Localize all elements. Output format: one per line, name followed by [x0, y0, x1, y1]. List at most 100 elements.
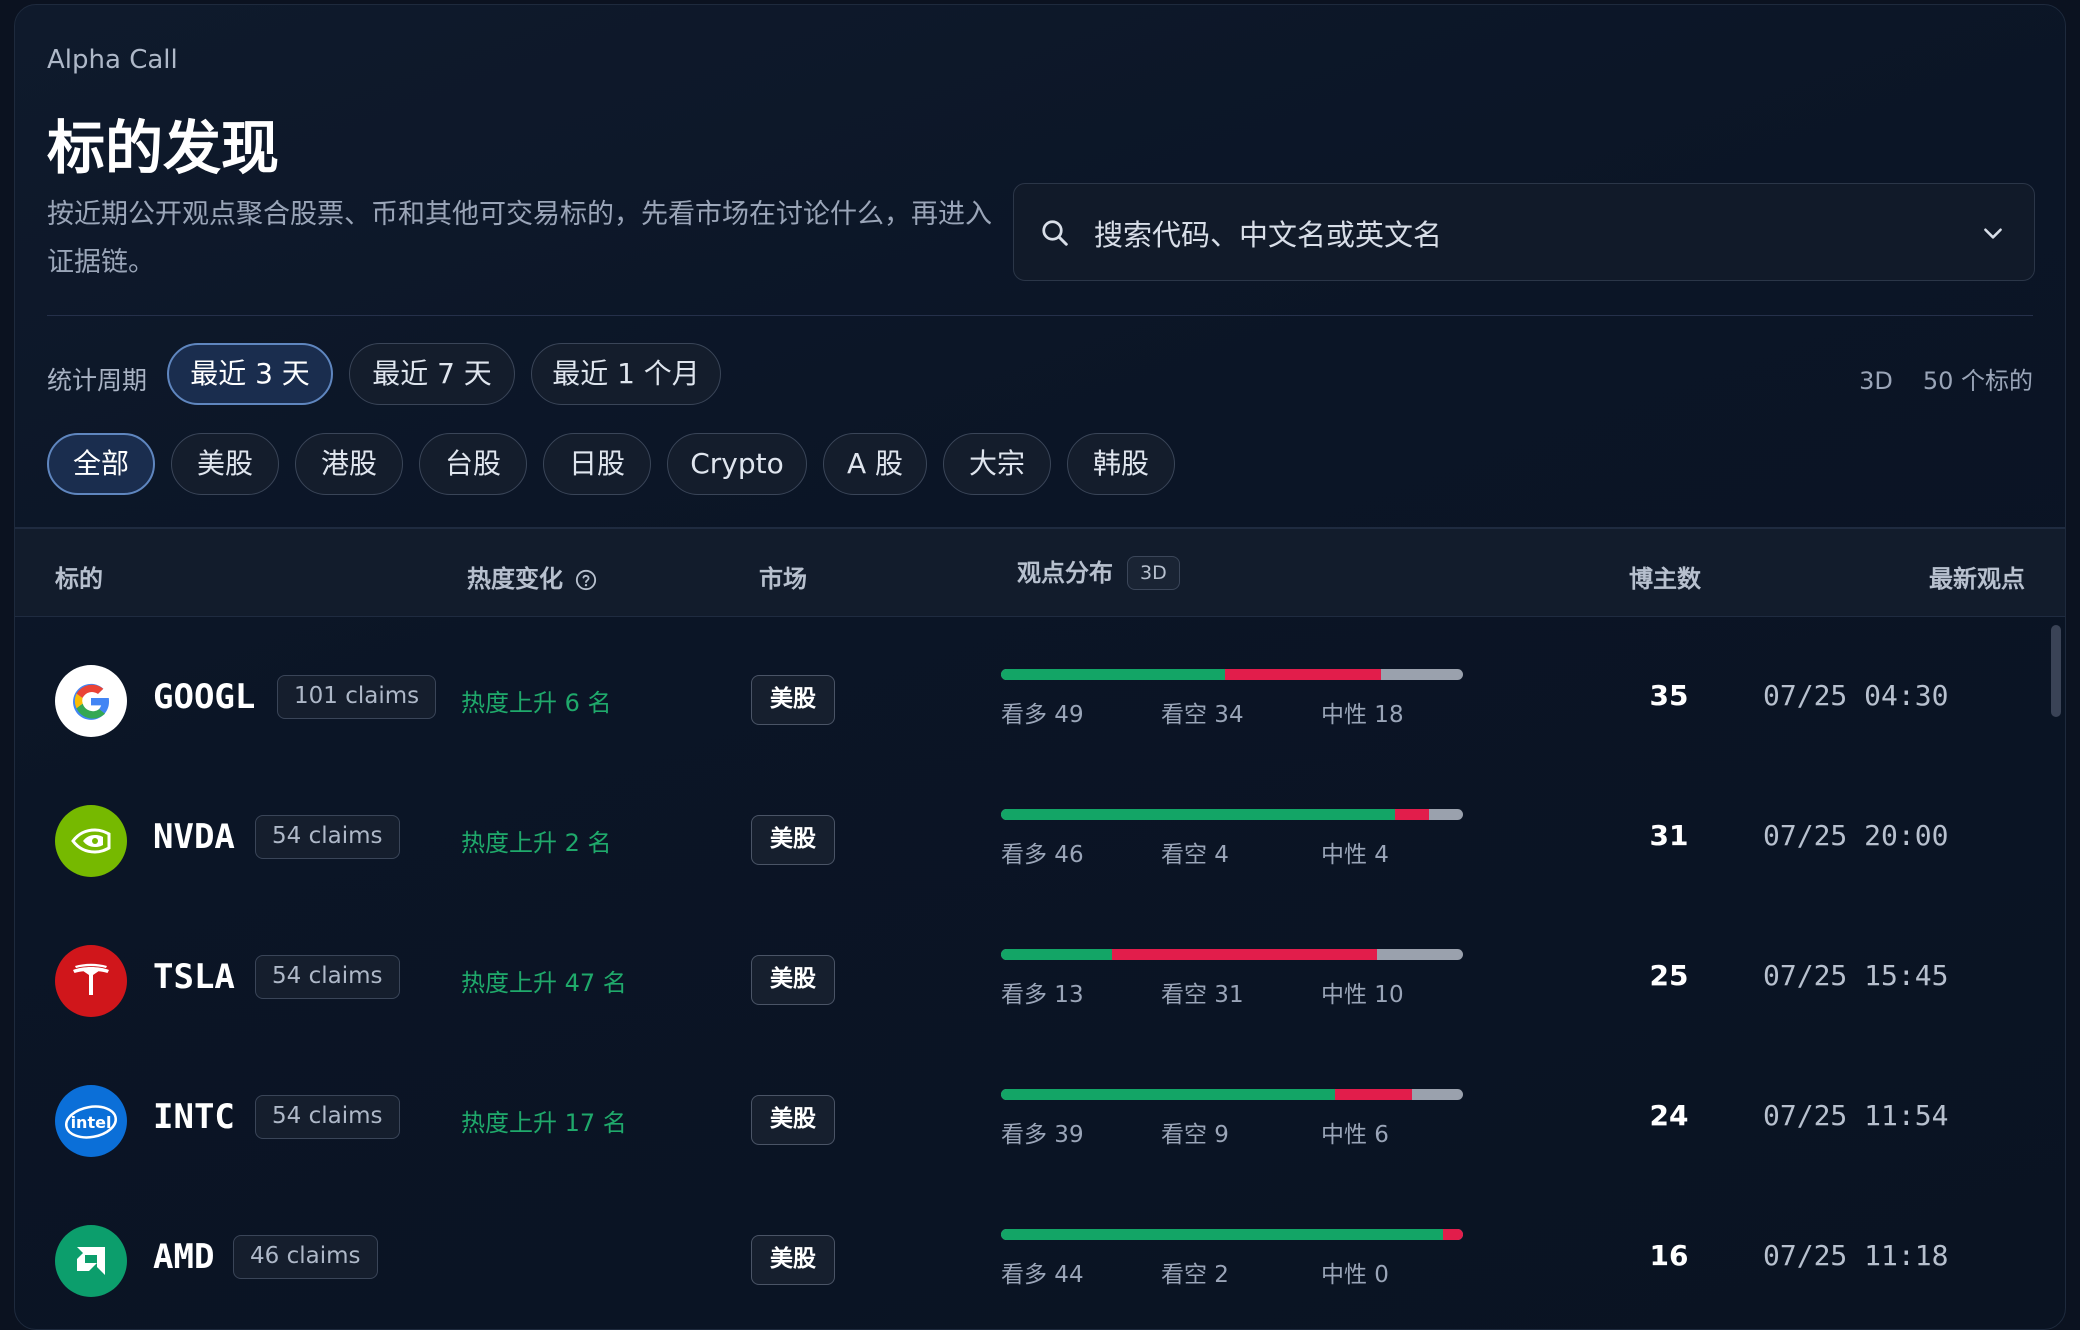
amd-logo-icon	[55, 1225, 127, 1297]
table-row[interactable]: GOOGL 101 claims 热度上升 6 名 美股 看多 49 看空 34…	[15, 631, 2065, 771]
bear-count: 看空 34	[1161, 702, 1244, 728]
blogger-count: 35	[1649, 679, 1689, 712]
blogger-count: 16	[1649, 1239, 1689, 1272]
bull-count: 看多 46	[1001, 842, 1084, 868]
table-header: 标的 热度变化 市场 观点分布 3D 博主数 最新观点	[15, 527, 2065, 617]
search-icon	[1042, 220, 1068, 246]
bull-segment	[1001, 1229, 1443, 1240]
ticker-symbol[interactable]: GOOGL	[153, 677, 255, 717]
intel-logo-icon: intel	[55, 1085, 127, 1157]
bear-count: 看空 4	[1161, 842, 1229, 868]
latest-opinion-time: 07/25 15:45	[1763, 959, 1949, 992]
asset-discovery-panel: Alpha Call 标的发现 按近期公开观点聚合股票、币和其他可交易标的，先看…	[14, 4, 2066, 1330]
table-row[interactable]: NVDA 54 claims 热度上升 2 名 美股 看多 46 看空 4 中性…	[15, 771, 2065, 911]
neutral-count: 中性 10	[1321, 982, 1404, 1008]
ticker-symbol[interactable]: NVDA	[153, 817, 235, 857]
search-combobox[interactable]: 搜索代码、中文名或英文名	[1013, 183, 2035, 281]
bull-count: 看多 39	[1001, 1122, 1084, 1148]
bear-count: 看空 31	[1161, 982, 1244, 1008]
market-badge: 美股	[751, 675, 835, 725]
market-filter-tw[interactable]: 台股	[419, 433, 527, 495]
latest-opinion-time: 07/25 11:18	[1763, 1239, 1949, 1272]
table-row[interactable]: AMD 46 claims 美股 看多 44 看空 2 中性 0 16 07/2…	[15, 1191, 2065, 1329]
market-filter-commodity[interactable]: 大宗	[943, 433, 1051, 495]
market-filter-kr[interactable]: 韩股	[1067, 433, 1175, 495]
bear-segment	[1225, 669, 1381, 680]
neutral-count: 中性 4	[1321, 842, 1389, 868]
help-circle-icon[interactable]	[575, 569, 597, 591]
claims-badge: 54 claims	[255, 815, 400, 859]
market-badge: 美股	[751, 1235, 835, 1285]
period-label: 统计周期	[47, 366, 148, 395]
blogger-count: 31	[1649, 819, 1689, 852]
bull-segment	[1001, 949, 1113, 960]
bull-segment	[1001, 669, 1226, 680]
svg-text:intel: intel	[71, 1113, 112, 1132]
market-filter-hk[interactable]: 港股	[295, 433, 403, 495]
period-current: 3D	[1859, 367, 1893, 395]
stance-bar	[1001, 669, 1463, 680]
column-asset[interactable]: 标的	[55, 559, 103, 594]
claims-badge: 101 claims	[277, 675, 437, 719]
claims-badge: 46 claims	[233, 1235, 378, 1279]
bull-count: 看多 49	[1001, 702, 1084, 728]
blogger-count: 24	[1649, 1099, 1689, 1132]
bull-segment	[1001, 1089, 1335, 1100]
google-logo-icon	[55, 665, 127, 737]
page-title: 标的发现	[47, 114, 280, 182]
claims-badge: 54 claims	[255, 1095, 400, 1139]
bear-segment	[1334, 1089, 1412, 1100]
market-filter-us[interactable]: 美股	[171, 433, 279, 495]
stance-bar	[1001, 1229, 1463, 1240]
bull-count: 看多 13	[1001, 982, 1084, 1008]
latest-opinion-time: 07/25 20:00	[1763, 819, 1949, 852]
market-badge: 美股	[751, 815, 835, 865]
market-filter-jp[interactable]: 日股	[543, 433, 651, 495]
bear-segment	[1442, 1229, 1463, 1240]
latest-opinion-time: 07/25 04:30	[1763, 679, 1949, 712]
page-description: 按近期公开观点聚合股票、币和其他可交易标的，先看市场在讨论什么，再进入证据链。	[47, 199, 992, 278]
heat-change: 热度上升 2 名	[461, 829, 612, 857]
bear-segment	[1394, 809, 1429, 820]
bull-segment	[1001, 809, 1395, 820]
stance-bar	[1001, 809, 1463, 820]
period-summary: 3D 50 个标的	[1829, 361, 2033, 396]
neutral-count: 中性 6	[1321, 1122, 1389, 1148]
column-stance[interactable]: 观点分布 3D	[1017, 553, 1180, 590]
search-input[interactable]: 搜索代码、中文名或英文名	[1094, 212, 1442, 254]
market-badge: 美股	[751, 955, 835, 1005]
scrollbar-thumb[interactable]	[2051, 625, 2061, 717]
market-filter-a-share[interactable]: A 股	[823, 433, 927, 495]
brand-name: Alpha Call	[47, 45, 178, 75]
market-filter-all[interactable]: 全部	[47, 433, 155, 495]
heat-change: 热度上升 17 名	[461, 1109, 627, 1137]
nvidia-logo-icon	[55, 805, 127, 877]
bear-segment	[1112, 949, 1378, 960]
column-market[interactable]: 市场	[759, 559, 807, 594]
ticker-symbol[interactable]: TSLA	[153, 957, 235, 997]
table-row[interactable]: intel INTC 54 claims 热度上升 17 名 美股 看多 39 …	[15, 1051, 2065, 1191]
claims-badge: 54 claims	[255, 955, 400, 999]
table-row[interactable]: TSLA 54 claims 热度上升 47 名 美股 看多 13 看空 31 …	[15, 911, 2065, 1051]
period-option-1m[interactable]: 最近 1 个月	[531, 343, 721, 405]
neutral-count: 中性 18	[1321, 702, 1404, 728]
period-option-7d[interactable]: 最近 7 天	[349, 343, 515, 405]
period-option-3d[interactable]: 最近 3 天	[167, 343, 333, 405]
table-scrollbar[interactable]	[2049, 625, 2063, 1325]
market-badge: 美股	[751, 1095, 835, 1145]
ticker-symbol[interactable]: AMD	[153, 1237, 214, 1277]
bull-count: 看多 44	[1001, 1262, 1084, 1288]
blogger-count: 25	[1649, 959, 1689, 992]
ticker-symbol[interactable]: INTC	[153, 1097, 235, 1137]
column-heat[interactable]: 热度变化	[467, 559, 597, 594]
column-latest[interactable]: 最新观点	[1929, 559, 2025, 594]
bear-count: 看空 2	[1161, 1262, 1229, 1288]
column-bloggers[interactable]: 博主数	[1629, 559, 1701, 594]
stance-period-badge: 3D	[1127, 556, 1180, 590]
chevron-down-icon[interactable]	[1980, 220, 2006, 246]
market-filter-crypto[interactable]: Crypto	[667, 433, 807, 495]
latest-opinion-time: 07/25 11:54	[1763, 1099, 1949, 1132]
asset-count: 50 个标的	[1922, 367, 2033, 395]
heat-change: 热度上升 47 名	[461, 969, 627, 997]
stance-bar	[1001, 949, 1463, 960]
